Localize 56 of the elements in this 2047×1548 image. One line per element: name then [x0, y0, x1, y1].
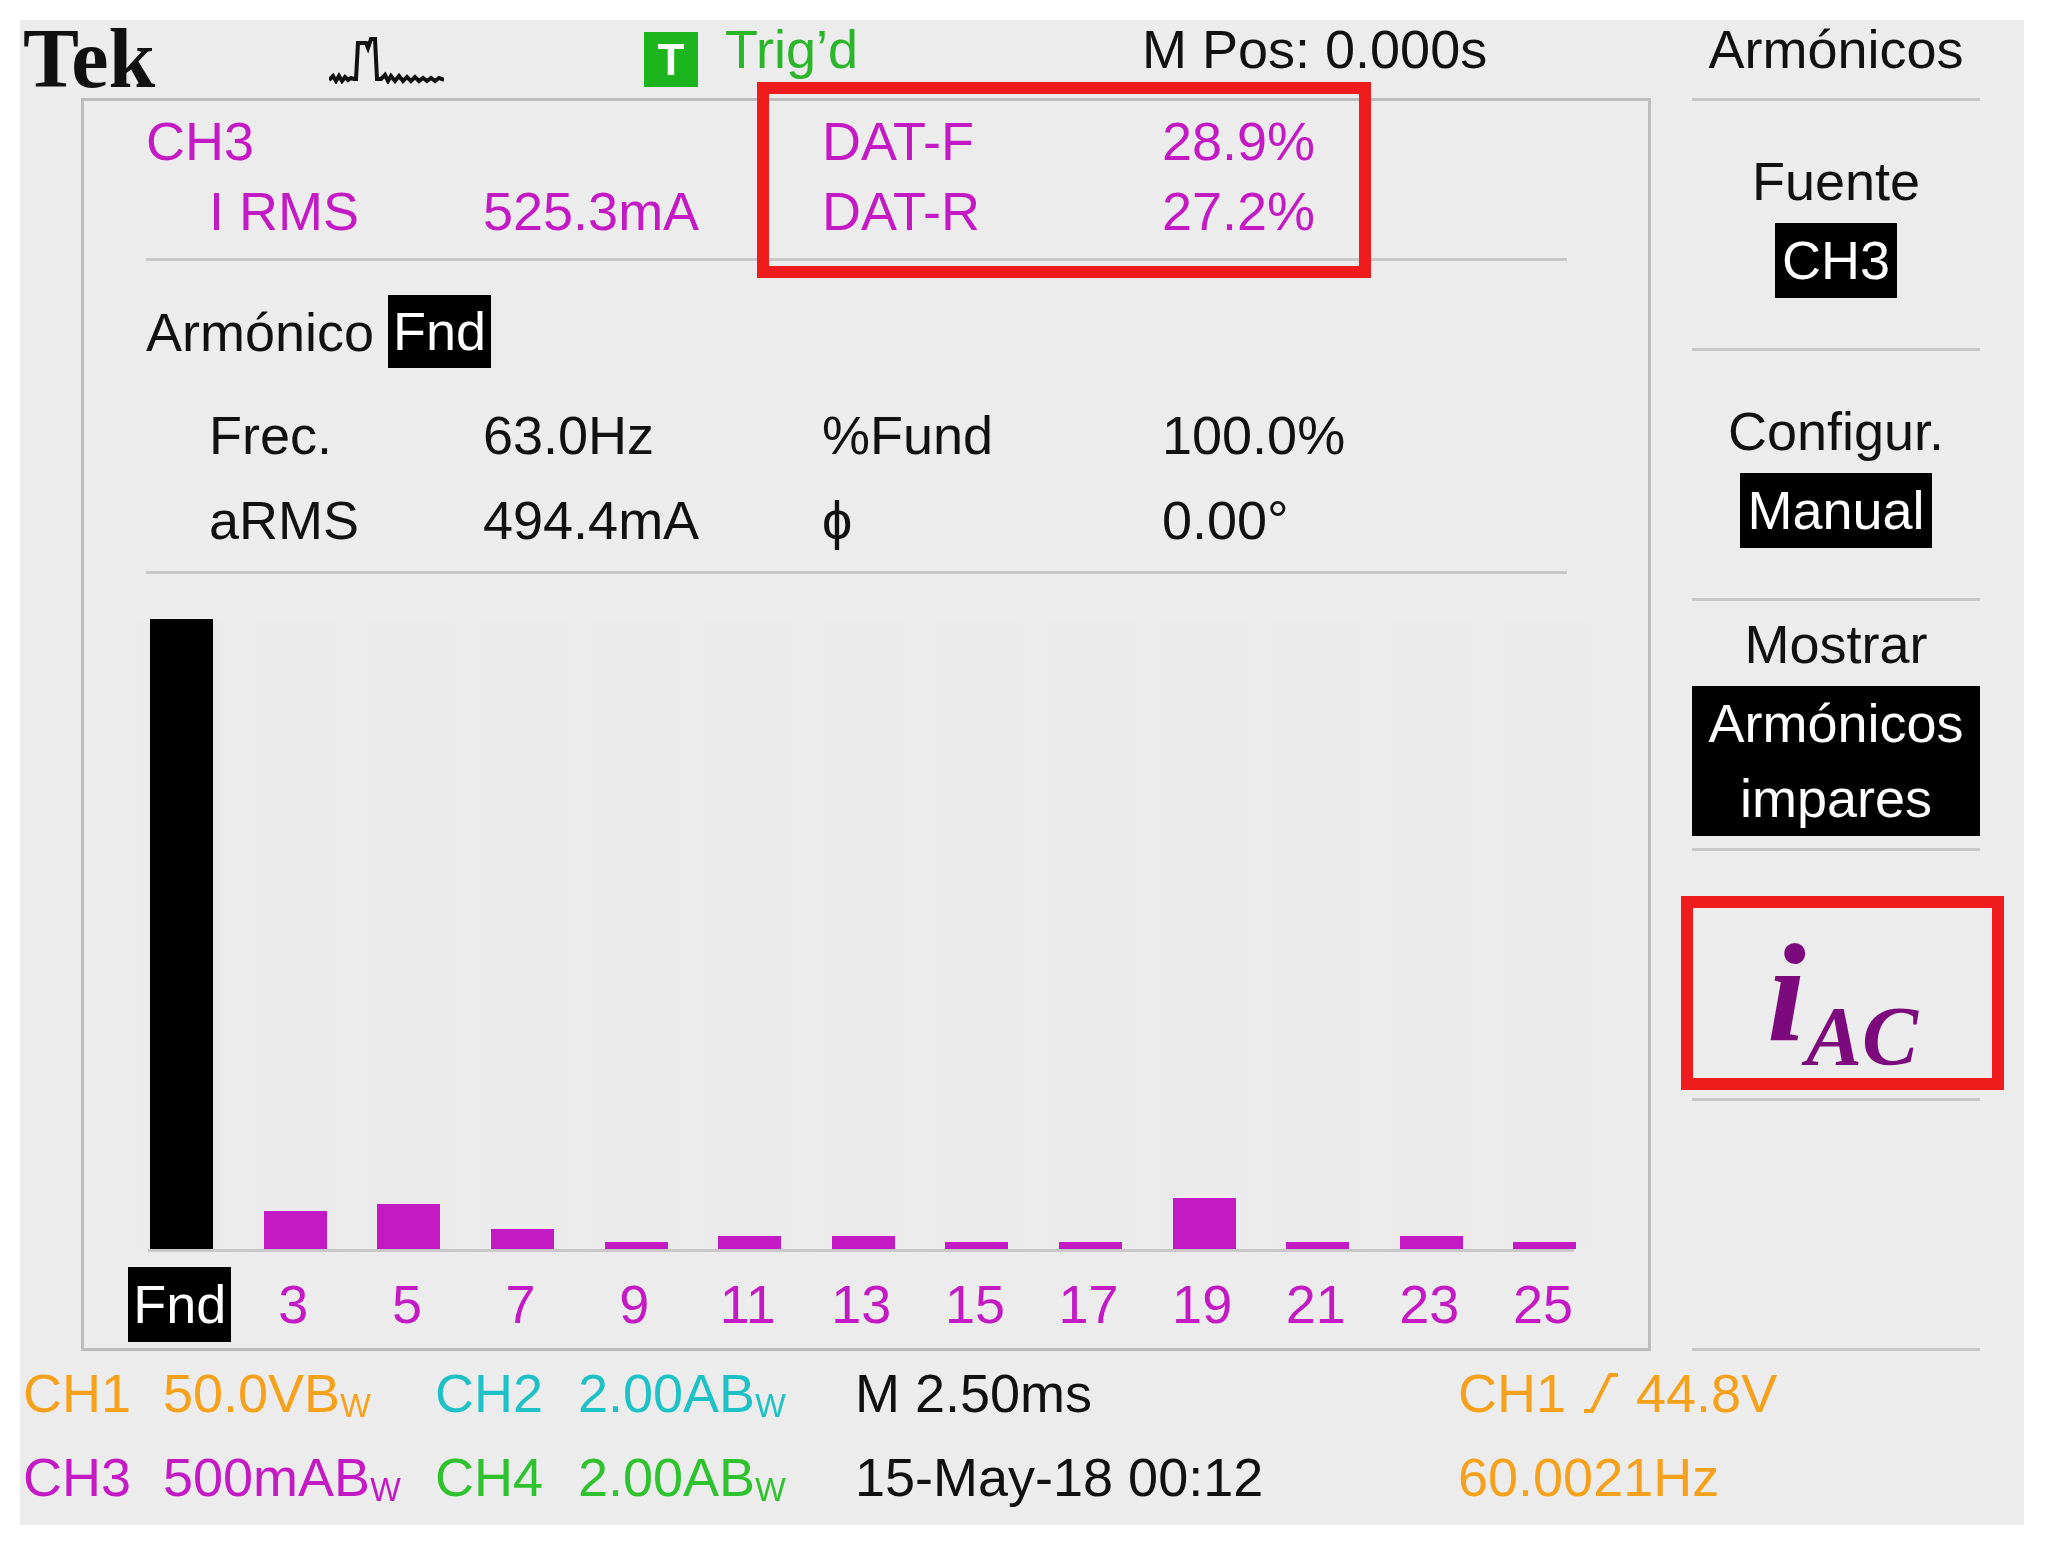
harmonic-label: 3 [277, 1273, 310, 1336]
reading-value: 494.4mA [483, 488, 700, 551]
menu-label: Configur. [1727, 401, 1945, 461]
channel-name: CH1 [23, 1362, 132, 1424]
reading-value: 100.0% [1162, 403, 1346, 466]
menu-label: Fuente [1751, 151, 1921, 211]
channel-name: CH4 [435, 1446, 544, 1508]
field-label: Armónico [146, 300, 375, 363]
harmonic-label: 5 [390, 1273, 423, 1336]
channel-name: CH3 [23, 1446, 132, 1508]
reading-value: 0.00° [1162, 488, 1289, 551]
timebase-label: M 2.50ms [855, 1362, 1093, 1424]
harmonic-label: 11 [718, 1273, 777, 1336]
measurement-label: DAT-F [822, 110, 974, 172]
channel-scale: 500mAB$_{W}$ [163, 1446, 401, 1508]
measurement-value: 525.3mA [483, 180, 700, 242]
harmonic-label: 9 [618, 1273, 651, 1336]
harmonic-label: 17 [1057, 1273, 1120, 1336]
horizontal-position: M Pos: 0.000s [1142, 21, 1488, 77]
channel-scale: 50.0VB$_{W}$ [163, 1362, 371, 1424]
channel-scale: 2.00AB$_{W}$ [578, 1362, 786, 1424]
reading-label: %Fund [822, 403, 994, 466]
waveform-icon [329, 34, 444, 84]
measurement-label: DAT-R [822, 180, 980, 242]
trigger-threshold: 44.8V [1636, 1362, 1778, 1424]
measurement-value: 27.2% [1162, 180, 1316, 242]
measurement-label: I RMS [209, 180, 359, 242]
field-value: Fnd [388, 295, 492, 368]
trigger-source: CH1 [1458, 1362, 1567, 1424]
trigger-badge: T [644, 31, 698, 87]
channel-scale: 2.00AB$_{W}$ [578, 1446, 786, 1508]
harmonic-label: 7 [504, 1273, 537, 1336]
menu-value: CH3 [1775, 223, 1897, 298]
reading-label: Frec. [209, 403, 332, 466]
reading-value: 63.0Hz [483, 403, 655, 466]
reading-label: aRMS [209, 488, 360, 551]
harmonic-label: 19 [1171, 1273, 1234, 1336]
harmonic-label: Fnd [128, 1267, 232, 1342]
logo-text: Tek [23, 20, 156, 98]
date-time: 15-May-18 00:12 [855, 1446, 1264, 1508]
harmonic-label: 25 [1511, 1273, 1574, 1336]
menu-value: Manual [1740, 473, 1932, 548]
harmonic-label: 13 [830, 1273, 893, 1336]
menu-label: Mostrar [1744, 613, 1928, 674]
channel-name: CH2 [435, 1362, 544, 1424]
measurement-value: 28.9% [1162, 110, 1316, 172]
menu-title: Armónicos [1708, 21, 1964, 77]
menu-value: Armónicos impares [1692, 685, 1980, 836]
trigger-status: Trig’d [725, 21, 859, 77]
harmonic-label: 15 [943, 1273, 1006, 1336]
reading-label: ϕ [822, 488, 853, 551]
rising-edge-icon [1584, 1373, 1619, 1413]
harmonic-label: 23 [1398, 1273, 1461, 1336]
source-channel: CH3 [146, 110, 255, 172]
trigger-frequency: 60.0021Hz [1458, 1446, 1720, 1508]
harmonic-label: 21 [1284, 1273, 1347, 1336]
